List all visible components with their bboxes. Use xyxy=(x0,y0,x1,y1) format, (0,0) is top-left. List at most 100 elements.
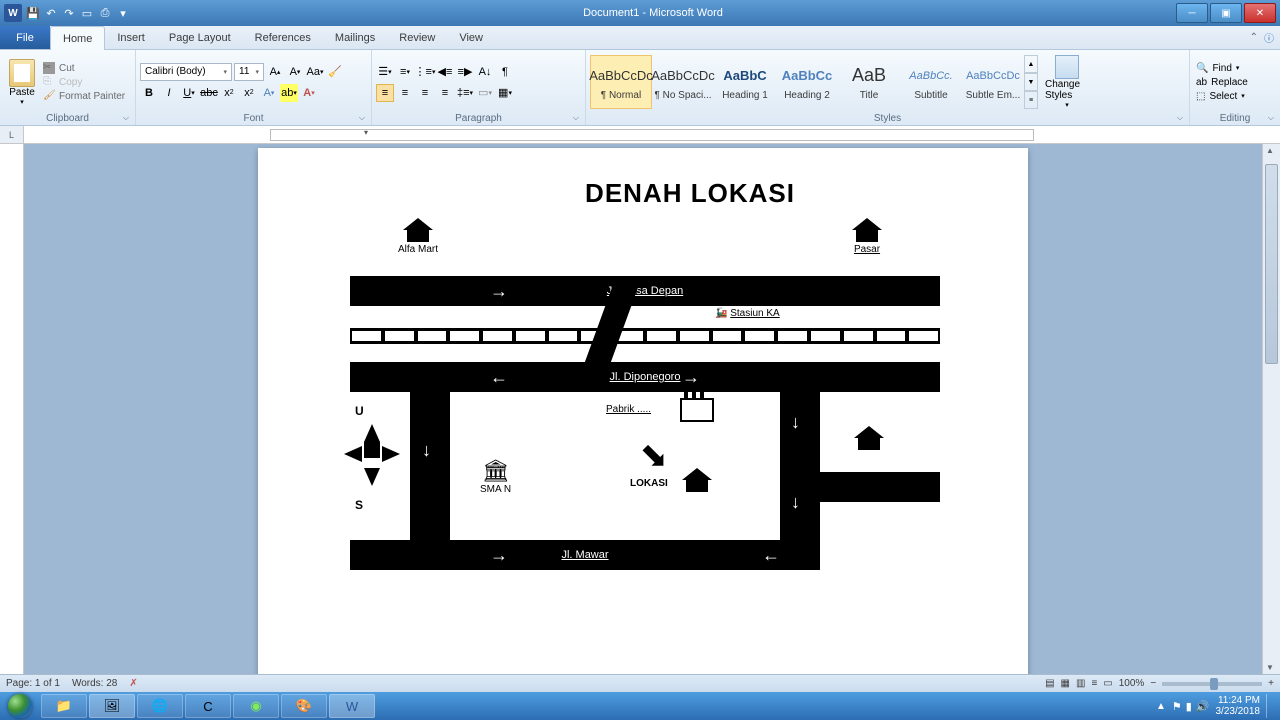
sort-button[interactable]: A↓ xyxy=(476,63,494,81)
tray-flag-icon[interactable]: ⚑ xyxy=(1172,700,1182,713)
taskbar-word[interactable]: W xyxy=(329,694,375,718)
select-button[interactable]: ⬚Select ▾ xyxy=(1194,90,1250,103)
tab-page-layout[interactable]: Page Layout xyxy=(157,26,243,49)
subscript-button[interactable]: x2 xyxy=(220,84,238,102)
ruler-row: L ▾ xyxy=(0,126,1280,144)
view-web-icon[interactable]: ▥ xyxy=(1076,678,1085,689)
qat-save-icon[interactable]: 💾 xyxy=(26,6,40,20)
qat-dropdown-icon[interactable]: ▾ xyxy=(116,6,130,20)
shading-button[interactable]: ▭▾ xyxy=(476,84,494,102)
document-page[interactable]: DENAH LOKASI Alfa Mart Pasar → Jl. Masa … xyxy=(258,148,1028,674)
style-subtitle[interactable]: AaBbCc.Subtitle xyxy=(900,55,962,109)
tab-references[interactable]: References xyxy=(243,26,323,49)
styles-up-icon[interactable]: ▲ xyxy=(1024,55,1038,73)
font-size-combo[interactable]: 11▾ xyxy=(234,63,264,81)
building-sman: 🏛 SMA N xyxy=(480,458,511,495)
vertical-scrollbar[interactable]: ▲ ▼ xyxy=(1262,144,1280,674)
italic-button[interactable]: I xyxy=(160,84,178,102)
numbering-button[interactable]: ≡▾ xyxy=(396,63,414,81)
style-title[interactable]: AaBTitle xyxy=(838,55,900,109)
tab-insert[interactable]: Insert xyxy=(105,26,157,49)
tab-review[interactable]: Review xyxy=(387,26,447,49)
tab-mailings[interactable]: Mailings xyxy=(323,26,387,49)
status-words[interactable]: Words: 28 xyxy=(72,678,117,689)
ribbon-tabs: File Home Insert Page Layout References … xyxy=(0,26,1280,50)
qat-undo-icon[interactable]: ↶ xyxy=(44,6,58,20)
start-button[interactable] xyxy=(0,692,40,720)
multilevel-button[interactable]: ⋮≡▾ xyxy=(416,63,434,81)
find-button[interactable]: 🔍Find ▾ xyxy=(1194,62,1250,75)
styles-down-icon[interactable]: ▼ xyxy=(1024,73,1038,91)
taskbar-paint[interactable]: 🎨 xyxy=(281,694,327,718)
qat-redo-icon[interactable]: ↷ xyxy=(62,6,76,20)
status-proof-icon[interactable]: ✗ xyxy=(129,678,137,689)
cut-button[interactable]: ✂Cut xyxy=(43,62,125,74)
style-heading1[interactable]: AaBbCHeading 1 xyxy=(714,55,776,109)
justify-button[interactable]: ≡ xyxy=(436,84,454,102)
paste-button[interactable]: Paste ▾ xyxy=(4,59,40,106)
status-page[interactable]: Page: 1 of 1 xyxy=(6,678,60,689)
view-full-icon[interactable]: ▦ xyxy=(1061,678,1070,689)
borders-button[interactable]: ▦▾ xyxy=(496,84,514,102)
bullets-button[interactable]: ☰▾ xyxy=(376,63,394,81)
zoom-slider[interactable] xyxy=(1162,682,1262,686)
highlight-button[interactable]: ab▾ xyxy=(280,84,298,102)
underline-button[interactable]: U▾ xyxy=(180,84,198,102)
taskbar-app1[interactable]: 🖼 xyxy=(89,694,135,718)
taskbar-explorer[interactable]: 📁 xyxy=(41,694,87,718)
tab-home[interactable]: Home xyxy=(50,26,105,50)
taskbar-app3[interactable]: ◉ xyxy=(233,694,279,718)
taskbar-chrome[interactable]: 🌐 xyxy=(137,694,183,718)
decrease-indent-button[interactable]: ◀≡ xyxy=(436,63,454,81)
zoom-in-button[interactable]: + xyxy=(1268,678,1274,689)
font-name-combo[interactable]: Calibri (Body)▾ xyxy=(140,63,232,81)
file-tab[interactable]: File xyxy=(0,26,50,49)
style-heading2[interactable]: AaBbCcHeading 2 xyxy=(776,55,838,109)
show-desktop-button[interactable] xyxy=(1266,694,1274,718)
building-alfamart: Alfa Mart xyxy=(398,220,438,255)
increase-indent-button[interactable]: ≡▶ xyxy=(456,63,474,81)
format-painter-button[interactable]: 🖌Format Painter xyxy=(43,90,125,102)
align-right-button[interactable]: ≡ xyxy=(416,84,434,102)
change-styles-button[interactable]: Change Styles ▾ xyxy=(1045,55,1089,109)
qat-new-icon[interactable]: ▭ xyxy=(80,6,94,20)
superscript-button[interactable]: x2 xyxy=(240,84,258,102)
line-spacing-button[interactable]: ‡≡▾ xyxy=(456,84,474,102)
view-draft-icon[interactable]: ▭ xyxy=(1103,678,1112,689)
style-normal[interactable]: AaBbCcDc¶ Normal xyxy=(590,55,652,109)
align-left-button[interactable]: ≡ xyxy=(376,84,394,102)
zoom-out-button[interactable]: − xyxy=(1150,678,1156,689)
replace-button[interactable]: abReplace xyxy=(1194,76,1250,89)
styles-more-icon[interactable]: ≡ xyxy=(1024,91,1038,109)
taskbar-app2[interactable]: C xyxy=(185,694,231,718)
tray-clock[interactable]: 11:24 PM 3/23/2018 xyxy=(1216,695,1261,717)
tray-vol-icon[interactable]: 🔊 xyxy=(1196,700,1210,713)
close-button[interactable]: ✕ xyxy=(1244,3,1276,23)
tab-view[interactable]: View xyxy=(447,26,495,49)
grow-font-button[interactable]: A▴ xyxy=(266,63,284,81)
view-outline-icon[interactable]: ≡ xyxy=(1091,678,1097,689)
strikethrough-button[interactable]: abc xyxy=(200,84,218,102)
style-subtle-em[interactable]: AaBbCcDcSubtle Em... xyxy=(962,55,1024,109)
shrink-font-button[interactable]: A▾ xyxy=(286,63,304,81)
maximize-button[interactable]: ▣ xyxy=(1210,3,1242,23)
help-icon[interactable]: ⓘ xyxy=(1264,30,1274,45)
font-color-button[interactable]: A▾ xyxy=(300,84,318,102)
minimize-button[interactable]: ─ xyxy=(1176,3,1208,23)
change-case-button[interactable]: Aa▾ xyxy=(306,63,324,81)
copy-button[interactable]: ⎘Copy xyxy=(43,76,125,88)
align-center-button[interactable]: ≡ xyxy=(396,84,414,102)
show-marks-button[interactable]: ¶ xyxy=(496,63,514,81)
zoom-level[interactable]: 100% xyxy=(1119,678,1145,689)
style-no-spacing[interactable]: AaBbCcDc¶ No Spaci... xyxy=(652,55,714,109)
tray-up-icon[interactable]: ▲ xyxy=(1156,701,1166,712)
text-effects-button[interactable]: A▾ xyxy=(260,84,278,102)
qat-print-icon[interactable]: ⎙ xyxy=(98,6,112,20)
view-print-icon[interactable]: ▤ xyxy=(1045,678,1054,689)
clear-format-button[interactable]: 🧹 xyxy=(326,63,344,81)
horizontal-ruler[interactable]: ▾ xyxy=(24,126,1280,143)
ribbon-minimize-icon[interactable]: ⌃ xyxy=(1250,32,1258,43)
bold-button[interactable]: B xyxy=(140,84,158,102)
vertical-ruler[interactable] xyxy=(0,144,24,674)
tray-net-icon[interactable]: ▮ xyxy=(1186,700,1192,713)
